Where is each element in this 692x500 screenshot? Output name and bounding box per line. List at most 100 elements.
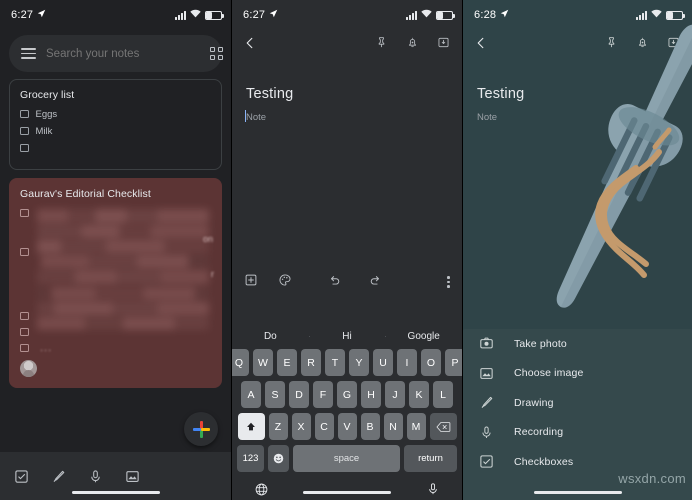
suggestion-chip[interactable]: Do bbox=[232, 331, 309, 342]
note-card-editorial-checklist[interactable]: Gaurav's Editorial Checklist on r ... bbox=[9, 178, 222, 388]
emoji-smiley-icon[interactable] bbox=[268, 445, 289, 472]
backspace-icon[interactable] bbox=[429, 413, 457, 440]
key-p[interactable]: P bbox=[445, 349, 462, 376]
key-l[interactable]: L bbox=[433, 381, 453, 408]
checkbox-icon[interactable] bbox=[20, 143, 29, 153]
location-arrow-icon bbox=[269, 9, 278, 21]
keyboard-bottom-row bbox=[232, 477, 462, 500]
note-title: Grocery list bbox=[20, 89, 75, 101]
grid-view-icon[interactable] bbox=[210, 47, 223, 60]
note-checklist-item[interactable] bbox=[20, 207, 211, 219]
checkbox-icon[interactable] bbox=[20, 126, 29, 136]
add-content-button[interactable] bbox=[244, 273, 258, 292]
shift-arrow-icon[interactable] bbox=[237, 413, 265, 440]
sheet-item-take-photo[interactable]: Take photo bbox=[463, 329, 692, 359]
suggestion-chip[interactable]: Google bbox=[385, 331, 462, 342]
key-o[interactable]: O bbox=[421, 349, 441, 376]
key-g[interactable]: G bbox=[337, 381, 357, 408]
editor-app-bar bbox=[232, 30, 462, 60]
note-checklist-item[interactable]: Eggs bbox=[20, 108, 211, 120]
checkbox-icon[interactable] bbox=[20, 247, 29, 257]
note-edit-toolbar bbox=[232, 268, 462, 296]
search-input[interactable] bbox=[46, 47, 200, 60]
note-body-field[interactable]: Note bbox=[463, 102, 692, 123]
bottom-toolbar bbox=[0, 452, 231, 500]
numeric-keyboard-key[interactable]: 123 bbox=[237, 445, 264, 472]
watermark-text: wsxdn.com bbox=[618, 471, 686, 486]
key-j[interactable]: J bbox=[385, 381, 405, 408]
key-m[interactable]: M bbox=[406, 413, 426, 440]
note-card-grocery-list[interactable]: Grocery list Eggs Milk bbox=[9, 79, 222, 170]
create-note-fab[interactable] bbox=[184, 412, 218, 446]
key-e[interactable]: E bbox=[277, 349, 297, 376]
checkbox-icon[interactable] bbox=[20, 208, 29, 218]
note-body-placeholder: Note bbox=[246, 112, 267, 123]
hamburger-menu-icon[interactable] bbox=[21, 48, 36, 59]
key-c[interactable]: C bbox=[314, 413, 334, 440]
space-key[interactable]: space bbox=[293, 445, 400, 472]
microphone-icon bbox=[479, 425, 494, 440]
key-r[interactable]: R bbox=[301, 349, 321, 376]
sheet-item-drawing[interactable]: Drawing bbox=[463, 388, 692, 418]
note-title-field[interactable]: Testing bbox=[232, 60, 462, 102]
note-checklist-item[interactable] bbox=[20, 246, 211, 258]
key-n[interactable]: N bbox=[383, 413, 403, 440]
checkbox-icon bbox=[479, 454, 494, 469]
microphone-icon[interactable] bbox=[426, 482, 440, 500]
language-globe-icon[interactable] bbox=[254, 482, 269, 500]
key-u[interactable]: U bbox=[373, 349, 393, 376]
key-s[interactable]: S bbox=[265, 381, 285, 408]
wifi-icon bbox=[421, 9, 432, 21]
color-palette-button[interactable] bbox=[278, 273, 292, 292]
sheet-item-recording[interactable]: Recording bbox=[463, 418, 692, 448]
add-content-bottom-sheet: Take photo Choose image Drawing Recordin… bbox=[463, 329, 692, 500]
note-checklist-item[interactable] bbox=[20, 142, 211, 154]
checkbox-icon[interactable] bbox=[20, 343, 29, 353]
key-t[interactable]: T bbox=[325, 349, 345, 376]
key-x[interactable]: X bbox=[291, 413, 311, 440]
key-v[interactable]: V bbox=[337, 413, 357, 440]
key-y[interactable]: Y bbox=[349, 349, 369, 376]
key-a[interactable]: A bbox=[241, 381, 261, 408]
key-i[interactable]: I bbox=[397, 349, 417, 376]
more-options-button[interactable] bbox=[447, 275, 450, 289]
key-f[interactable]: F bbox=[313, 381, 333, 408]
checkbox-icon[interactable] bbox=[20, 311, 29, 321]
note-checklist-item[interactable] bbox=[20, 310, 211, 322]
notes-grid: Grocery list Eggs Milk Gaurav's Editoria… bbox=[0, 72, 231, 388]
suggestion-chip[interactable]: Hi bbox=[308, 331, 386, 342]
new-drawing-button[interactable] bbox=[51, 469, 66, 484]
note-checklist-item[interactable] bbox=[20, 342, 211, 354]
key-w[interactable]: W bbox=[253, 349, 273, 376]
redo-button[interactable] bbox=[368, 273, 382, 292]
sheet-item-choose-image[interactable]: Choose image bbox=[463, 359, 692, 389]
archive-icon[interactable] bbox=[437, 36, 450, 54]
return-key[interactable]: return bbox=[404, 445, 457, 472]
suggestion-strip: Do Hi Google bbox=[232, 324, 462, 349]
search-bar[interactable]: + bbox=[9, 35, 223, 72]
new-image-button[interactable] bbox=[125, 469, 140, 484]
note-checklist-item[interactable] bbox=[20, 326, 211, 338]
battery-icon bbox=[436, 10, 455, 20]
checkbox-icon[interactable] bbox=[20, 327, 29, 337]
key-h[interactable]: H bbox=[361, 381, 381, 408]
new-list-button[interactable] bbox=[14, 469, 29, 484]
pin-icon[interactable] bbox=[375, 36, 388, 54]
note-checklist-item[interactable]: Milk bbox=[20, 125, 211, 137]
google-plus-icon bbox=[192, 420, 210, 438]
checkbox-icon[interactable] bbox=[20, 109, 29, 119]
back-arrow-icon[interactable] bbox=[243, 36, 257, 55]
key-b[interactable]: B bbox=[360, 413, 380, 440]
new-recording-button[interactable] bbox=[88, 469, 103, 484]
wifi-icon bbox=[190, 9, 201, 21]
note-body-field[interactable]: Note bbox=[232, 102, 462, 123]
checklist-label: Eggs bbox=[35, 108, 58, 120]
redacted-text-fragment: r bbox=[211, 269, 214, 279]
keyboard-row-1: Q W E R T Y U I O P bbox=[232, 349, 462, 376]
key-d[interactable]: D bbox=[289, 381, 309, 408]
key-z[interactable]: Z bbox=[268, 413, 288, 440]
bell-reminder-icon[interactable] bbox=[406, 36, 419, 54]
undo-button[interactable] bbox=[328, 273, 342, 292]
key-q[interactable]: Q bbox=[232, 349, 249, 376]
key-k[interactable]: K bbox=[409, 381, 429, 408]
